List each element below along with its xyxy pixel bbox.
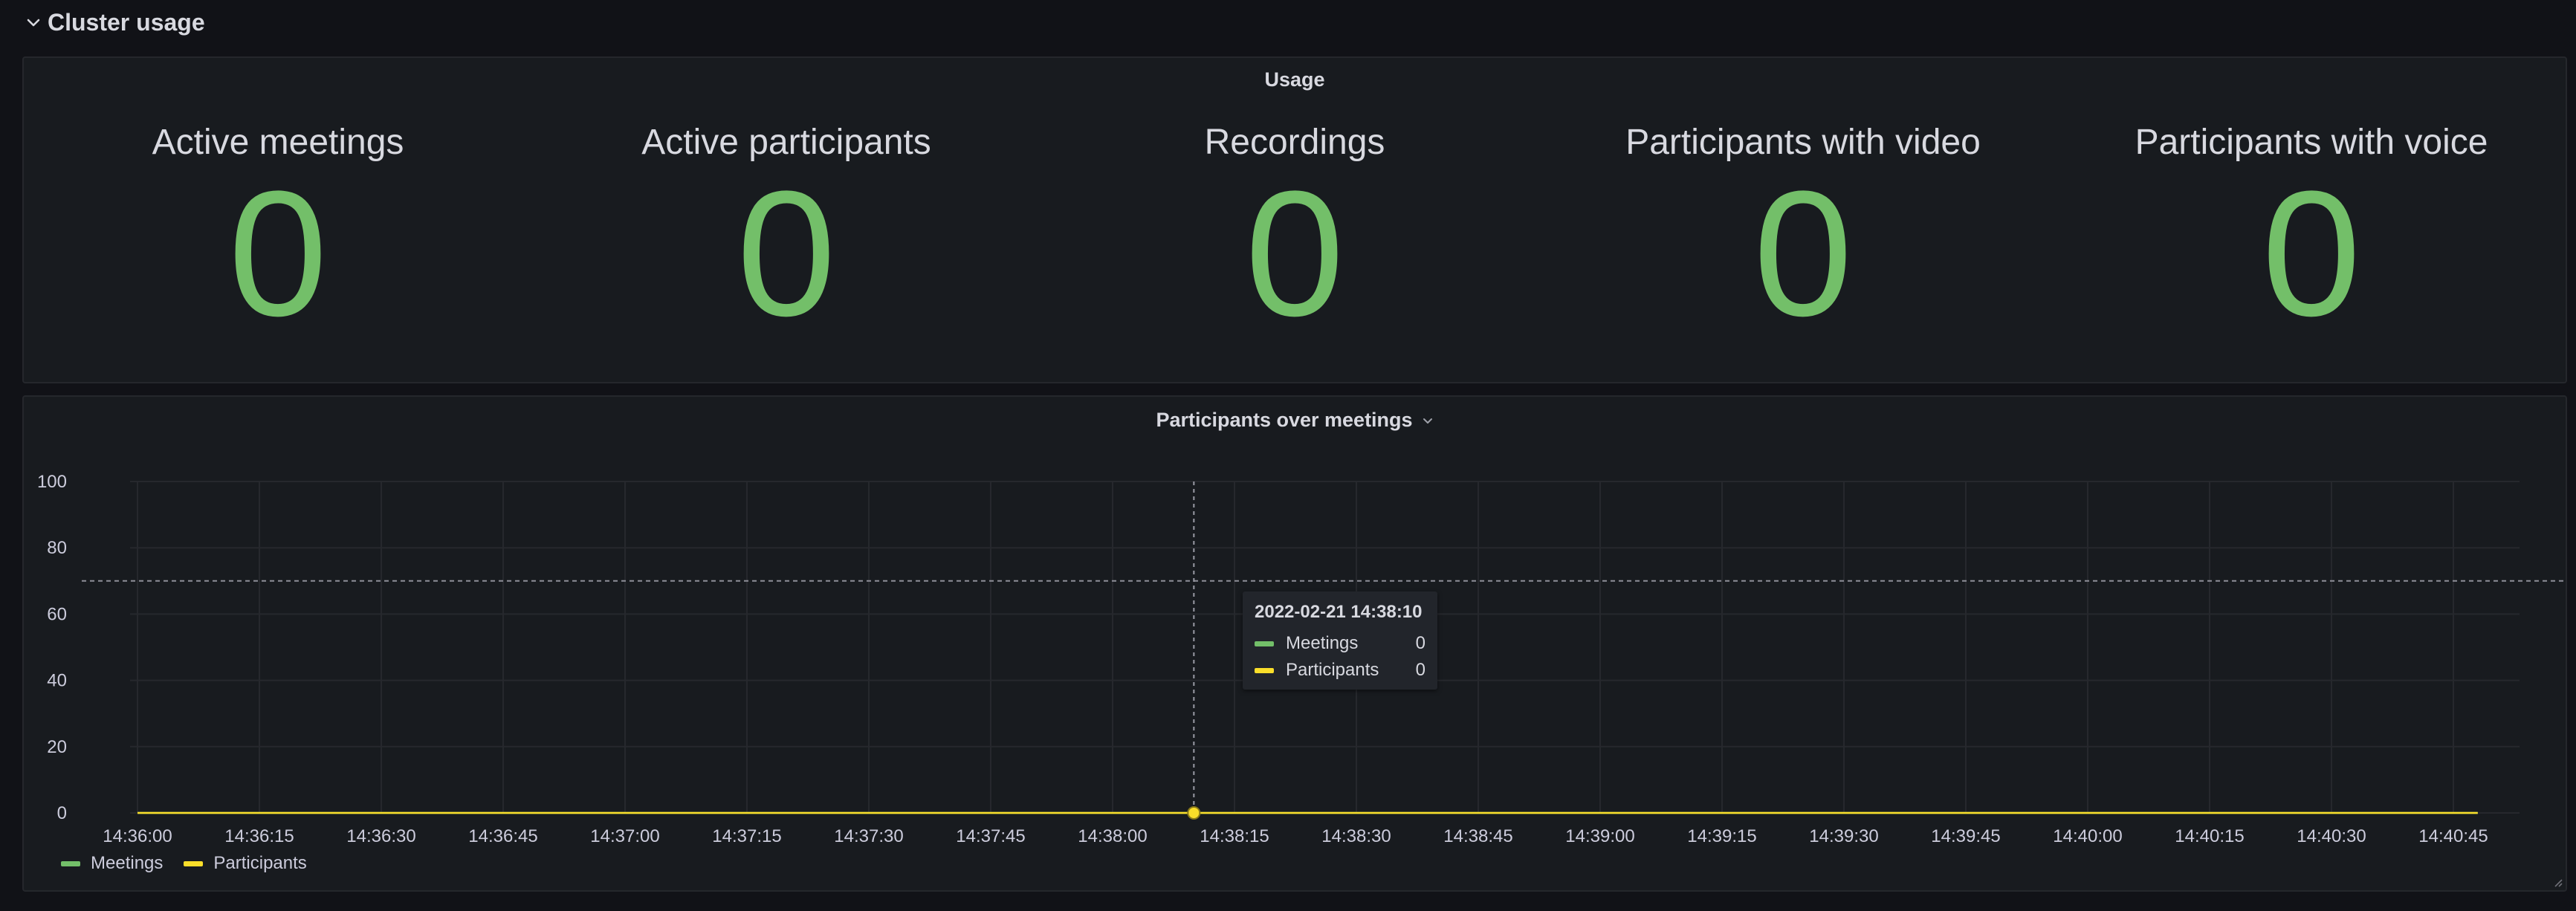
x-tick-label: 14:38:15: [1200, 826, 1269, 846]
x-tick-label: 14:39:15: [1687, 826, 1756, 846]
chart-panel: Participants over meetings 0 20 40 60 80 100 …: [22, 395, 2567, 892]
stat-recordings: Recordings 0: [1041, 120, 1549, 353]
series-swatch: [1255, 641, 1274, 646]
chart-legend: Meetings Participants: [61, 853, 307, 874]
x-tick-label: 14:36:15: [224, 826, 294, 846]
stat-active-participants: Active participants 0: [532, 120, 1041, 353]
stat-active-meetings: Active meetings 0: [24, 120, 532, 353]
x-tick-label: 14:36:30: [346, 826, 415, 846]
tooltip-time: 2022-02-21 14:38:10: [1255, 602, 1423, 622]
chevron-down-icon: [27, 19, 40, 27]
tooltip-row-participants: Participants 0: [1255, 657, 1425, 684]
y-tick-label: 80: [47, 538, 67, 558]
stat-row: Active meetings 0 Active participants 0 …: [24, 120, 2566, 353]
x-axis: 14:36:00 14:36:15 14:36:30 14:36:45 14:37:00…: [103, 826, 2488, 846]
x-tick-label: 14:36:00: [103, 826, 172, 846]
stat-value: 0: [2262, 154, 2361, 353]
legend-item-participants[interactable]: Participants: [184, 853, 307, 874]
x-tick-label: 14:38:45: [1443, 826, 1512, 846]
y-tick-label: 60: [47, 604, 67, 624]
y-axis: 0 20 40 60 80 100: [37, 472, 67, 823]
x-tick-label: 14:39:30: [1809, 826, 1878, 846]
series-swatch: [1255, 667, 1274, 673]
x-tick-label: 14:40:45: [2418, 826, 2488, 846]
y-tick-label: 40: [47, 671, 67, 691]
series-swatch: [184, 860, 204, 866]
tooltip-series-value: 0: [1415, 633, 1425, 653]
usage-panel-title[interactable]: Usage: [24, 68, 2566, 91]
x-tick-label: 14:37:45: [956, 826, 1025, 846]
stat-value: 0: [228, 154, 328, 353]
stat-value: 0: [1753, 154, 1853, 353]
resize-handle-icon[interactable]: [2552, 877, 2563, 887]
chart-tooltip: 2022-02-21 14:38:10 Meetings 0 Participa…: [1243, 591, 1437, 690]
x-tick-label: 14:38:30: [1321, 826, 1391, 846]
row-header-cluster-usage[interactable]: Cluster usage: [25, 6, 205, 39]
hover-layer: [1187, 482, 1201, 820]
x-tick-label: 14:40:30: [2297, 826, 2366, 846]
usage-panel: Usage Active meetings 0 Active participa…: [22, 56, 2567, 383]
series-swatch: [61, 860, 80, 866]
stat-participants-with-video: Participants with video 0: [1549, 120, 2057, 353]
x-tick-label: 14:40:15: [2175, 826, 2244, 846]
tooltip-series-name: Participants: [1286, 660, 1379, 680]
x-tick-label: 14:39:00: [1565, 826, 1634, 846]
tooltip-series-value: 0: [1415, 660, 1425, 680]
x-tick-label: 14:38:00: [1078, 826, 1147, 846]
y-tick-label: 0: [57, 803, 67, 823]
x-tick-label: 14:37:15: [712, 826, 781, 846]
tooltip-series-name: Meetings: [1286, 633, 1359, 653]
stat-value: 0: [1245, 154, 1344, 353]
x-tick-label: 14:40:00: [2053, 826, 2122, 846]
x-tick-label: 14:39:45: [1931, 826, 2000, 846]
legend-label: Participants: [213, 853, 307, 873]
row-title: Cluster usage: [48, 8, 205, 36]
legend-label: Meetings: [91, 853, 164, 873]
hover-point: [1187, 806, 1201, 820]
stat-participants-with-voice: Participants with voice 0: [2057, 120, 2566, 353]
x-tick-label: 14:37:30: [834, 826, 903, 846]
legend-item-meetings[interactable]: Meetings: [61, 853, 163, 874]
x-tick-label: 14:37:00: [590, 826, 659, 846]
tooltip-row-meetings: Meetings 0: [1255, 630, 1425, 657]
y-tick-label: 20: [47, 737, 67, 757]
x-tick-label: 14:36:45: [468, 826, 537, 846]
stat-value: 0: [737, 154, 836, 353]
y-tick-label: 100: [37, 472, 67, 492]
